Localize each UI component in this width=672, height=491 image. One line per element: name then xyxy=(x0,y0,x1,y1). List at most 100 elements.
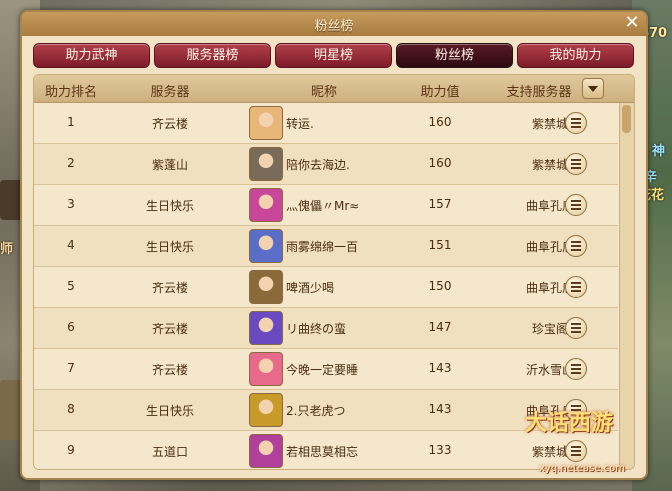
tab-my-assist[interactable]: 我的助力 xyxy=(517,43,634,68)
ranking-table: 助力排名 服务器 昵称 助力值 支持服务器 1 齐云楼 转运. 160 紫禁城 2 紫蓬山陪… xyxy=(33,74,635,470)
avatar xyxy=(249,229,283,263)
support-server-cell: 紫禁城 xyxy=(531,117,568,131)
menu-icon xyxy=(571,405,581,407)
row-menu-button[interactable] xyxy=(565,235,587,257)
tab-bar: 助力武神 服务器榜 明星榜 粉丝榜 我的助力 xyxy=(33,43,634,68)
tab-assist-wushen[interactable]: 助力武神 xyxy=(33,43,150,68)
menu-icon xyxy=(571,454,581,456)
rank-cell: 3 xyxy=(67,197,75,211)
tab-fan-ranking[interactable]: 粉丝榜 xyxy=(396,43,513,68)
row-menu-button[interactable] xyxy=(565,399,587,421)
table-row: 6 齐云楼 リ曲终の蛮 147 珍宝阁 xyxy=(34,308,618,349)
row-menu-button[interactable] xyxy=(565,112,587,134)
close-button[interactable]: ✕ xyxy=(622,13,642,33)
server-cell: 生日快乐 xyxy=(145,404,194,418)
tab-star-ranking[interactable]: 明星榜 xyxy=(275,43,392,68)
server-cell: 生日快乐 xyxy=(145,240,194,254)
support-server-cell: 曲阜孔庙 xyxy=(525,281,574,295)
scroll-thumb[interactable] xyxy=(622,105,631,133)
row-menu-button[interactable] xyxy=(565,276,587,298)
table-header: 助力排名 服务器 昵称 助力值 支持服务器 xyxy=(34,75,634,103)
server-cell: 生日快乐 xyxy=(145,199,194,213)
npc-name-text: 神 xyxy=(652,144,666,159)
rank-cell: 2 xyxy=(67,156,75,170)
menu-icon xyxy=(571,331,581,333)
menu-icon xyxy=(571,159,581,161)
assist-value-cell: 160 xyxy=(428,115,452,129)
support-server-cell: 曲阜孔庙 xyxy=(525,404,574,418)
avatar xyxy=(249,106,283,140)
ranking-rows: 1 齐云楼 转运. 160 紫禁城 2 紫蓬山 陪你去海边. 160 紫禁城 3 生日快乐 灬傀儡〃Mr… xyxy=(34,103,618,469)
avatar xyxy=(249,311,283,345)
panel-title: 粉丝榜 xyxy=(314,19,354,34)
menu-icon xyxy=(571,241,581,243)
rank-cell: 6 xyxy=(67,320,75,334)
column-header-rank: 助力排名 xyxy=(44,85,97,100)
title-bar[interactable]: 粉丝榜 ✕ xyxy=(22,12,646,36)
rank-cell: 4 xyxy=(67,238,75,252)
server-cell: 齐云楼 xyxy=(151,322,188,336)
tab-server-ranking[interactable]: 服务器榜 xyxy=(154,43,271,68)
server-cell: 五道口 xyxy=(151,445,188,459)
menu-icon xyxy=(571,245,581,247)
avatar xyxy=(249,352,283,386)
menu-icon xyxy=(571,167,581,169)
menu-icon xyxy=(571,118,581,120)
avatar xyxy=(249,393,283,427)
column-header-support-server: 支持服务器 xyxy=(506,85,572,100)
menu-icon xyxy=(571,364,581,366)
row-menu-button[interactable] xyxy=(565,153,587,175)
menu-icon xyxy=(571,282,581,284)
column-header-nickname: 昵称 xyxy=(310,85,337,100)
npc-name-text: 师 xyxy=(0,242,14,257)
menu-icon xyxy=(571,372,581,374)
column-header-value: 助力值 xyxy=(420,85,460,100)
menu-icon xyxy=(571,249,581,251)
table-row: 2 紫蓬山 陪你去海边. 160 紫禁城 xyxy=(34,144,618,185)
assist-value-cell: 150 xyxy=(428,279,452,293)
menu-icon xyxy=(571,368,581,370)
avatar xyxy=(249,147,283,181)
menu-icon xyxy=(571,126,581,128)
support-server-cell: 紫禁城 xyxy=(531,445,568,459)
assist-value-cell: 160 xyxy=(428,156,452,170)
support-server-cell: 曲阜孔庙 xyxy=(525,240,574,254)
server-cell: 齐云楼 xyxy=(151,117,188,131)
assist-value-cell: 133 xyxy=(428,443,452,457)
menu-icon xyxy=(571,163,581,165)
table-row: 3 生日快乐 灬傀儡〃Mr≈ 157 曲阜孔庙 xyxy=(34,185,618,226)
assist-value-cell: 151 xyxy=(428,238,452,252)
row-menu-button[interactable] xyxy=(565,317,587,339)
assist-value-cell: 143 xyxy=(428,402,452,416)
table-row: 9 五道口 若相思莫相忘 133 紫禁城 xyxy=(34,431,618,469)
table-row: 4 生日快乐 雨雾绵绵一百 151 曲阜孔庙 xyxy=(34,226,618,267)
support-server-cell: 曲阜孔庙 xyxy=(525,199,574,213)
menu-icon xyxy=(571,208,581,210)
server-filter-dropdown-button[interactable] xyxy=(582,78,604,99)
server-cell: 紫蓬山 xyxy=(151,158,188,172)
menu-icon xyxy=(571,290,581,292)
support-server-cell: 珍宝阁 xyxy=(531,322,568,336)
menu-icon xyxy=(571,323,581,325)
menu-icon xyxy=(571,286,581,288)
menu-icon xyxy=(571,409,581,411)
server-cell: 齐云楼 xyxy=(151,281,188,295)
row-menu-button[interactable] xyxy=(565,358,587,380)
row-menu-button[interactable] xyxy=(565,194,587,216)
avatar xyxy=(249,434,283,468)
menu-icon xyxy=(571,204,581,206)
rank-cell: 5 xyxy=(67,279,75,293)
table-row: 8 生日快乐 2.只老虎つ 143 曲阜孔庙 xyxy=(34,390,618,431)
table-row: 1 齐云楼 转运. 160 紫禁城 xyxy=(34,103,618,144)
rank-cell: 1 xyxy=(67,115,75,129)
menu-icon xyxy=(571,200,581,202)
server-cell: 齐云楼 xyxy=(151,363,188,377)
rank-cell: 9 xyxy=(67,443,75,457)
menu-icon xyxy=(571,446,581,448)
support-server-cell: 沂水雪山 xyxy=(525,363,574,377)
menu-icon xyxy=(571,327,581,329)
row-menu-button[interactable] xyxy=(565,440,587,462)
rank-cell: 8 xyxy=(67,402,75,416)
scrollbar[interactable] xyxy=(619,103,634,469)
column-header-server: 服务器 xyxy=(150,85,190,100)
